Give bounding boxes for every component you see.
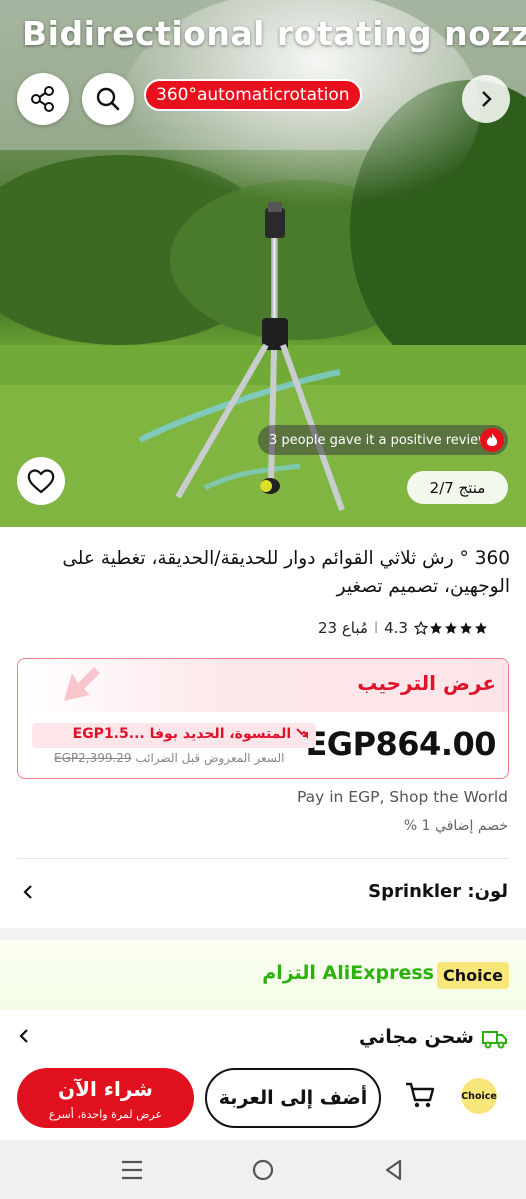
product-page: Bidirectional rotating nozzle 360°automa… — [0, 0, 526, 1199]
down-arrow-decor-icon — [64, 667, 100, 701]
old-price: EGP2,399.29 — [54, 751, 132, 765]
current-price: EGP864.00 — [305, 725, 496, 763]
free-shipping-label: شحن مجاني — [358, 1026, 474, 1048]
positive-review-note: 3 people gave it a positive review — [258, 425, 508, 455]
add-to-cart-button[interactable]: أضف إلى العربة — [205, 1068, 381, 1128]
system-navigation-bar — [0, 1140, 526, 1199]
product-title: 360 ° رش ثلاثي القوائم دوار للحديقة/الحد… — [62, 548, 510, 597]
variant-value: Sprinkler — [368, 881, 462, 902]
rotation-badge: 360°automaticrotation — [144, 79, 362, 111]
variant-label-group: لون: Sprinkler — [368, 881, 508, 902]
free-shipping-row[interactable]: شحن مجاني — [0, 1018, 526, 1062]
buy-now-sublabel: عرض لمرة واحدة، أسرع — [48, 1108, 163, 1121]
extra-discount-line: خصم إضافي 1 % — [403, 818, 508, 834]
star-icon — [445, 622, 457, 634]
savings-text: المتسوة، الحديد بوفا ...EGP1.5 — [72, 726, 292, 742]
truck-icon — [482, 1031, 507, 1049]
offer-heading: عرض الترحيب — [357, 671, 496, 695]
chevron-left-icon — [19, 1029, 28, 1043]
star-outline-icon — [413, 621, 428, 635]
pay-in-egp-line: Pay in EGP, Shop the World — [296, 788, 508, 806]
chevron-left-icon — [23, 885, 32, 899]
search-icon — [96, 87, 120, 111]
buy-now-button[interactable]: شراء الآن عرض لمرة واحدة، أسرع — [17, 1068, 194, 1128]
star-rating — [413, 621, 488, 635]
rating-score: 4.3 — [384, 619, 408, 637]
variant-label: لون: — [467, 881, 508, 902]
share-nodes-icon — [31, 86, 54, 112]
share-button[interactable] — [17, 73, 69, 125]
search-button[interactable] — [82, 73, 134, 125]
star-icon — [430, 622, 442, 634]
back-triangle-icon[interactable] — [383, 1159, 405, 1181]
favorite-button[interactable] — [17, 457, 65, 505]
divider — [17, 858, 509, 859]
old-price-note: السعر المعروض قبل الضرائب — [135, 751, 285, 765]
chevron-right-icon — [482, 91, 492, 107]
choice-title: AliExpress التزام — [262, 962, 434, 984]
rating-row[interactable]: 23 مُباع ا 4.3 — [318, 617, 488, 639]
home-circle-icon[interactable] — [251, 1158, 275, 1182]
choice-badge[interactable]: Choice — [461, 1078, 497, 1114]
down-trend-icon — [296, 728, 308, 739]
image-overlay-title: Bidirectional rotating nozzle — [22, 14, 526, 53]
flame-icon — [480, 428, 504, 452]
old-price-row: السعر المعروض قبل الضرائب EGP2,399.29 — [54, 751, 285, 765]
choice-tag: Choice — [437, 962, 509, 989]
bottom-action-bar: شراء الآن عرض لمرة واحدة، أسرع أضف إلى ا… — [0, 1062, 526, 1140]
savings-badge: المتسوة، الحديد بوفا ...EGP1.5 — [32, 723, 316, 748]
cart-icon[interactable] — [404, 1080, 436, 1110]
welcome-offer-card[interactable]: عرض الترحيب EGP864.00 المتسوة، الحديد بو… — [17, 658, 509, 779]
rating-separator: ا — [373, 619, 379, 637]
offer-header-band: عرض الترحيب — [18, 659, 508, 712]
choice-commitment-section[interactable]: Choice AliExpress التزام — [0, 940, 526, 1010]
sold-count: 23 مُباع — [318, 619, 368, 637]
buy-now-label: شراء الآن — [58, 1077, 153, 1101]
image-counter: منتج 2/7 — [407, 471, 508, 504]
review-note-text: 3 people gave it a positive review — [269, 432, 489, 448]
next-image-button[interactable] — [462, 75, 510, 123]
menu-icon[interactable] — [121, 1159, 143, 1181]
product-image-gallery[interactable]: Bidirectional rotating nozzle 360°automa… — [0, 0, 526, 527]
heart-icon — [27, 469, 55, 494]
variant-selector[interactable]: لون: Sprinkler — [0, 872, 526, 916]
section-gap — [0, 928, 526, 940]
star-icon — [475, 622, 487, 634]
star-icon — [460, 622, 472, 634]
